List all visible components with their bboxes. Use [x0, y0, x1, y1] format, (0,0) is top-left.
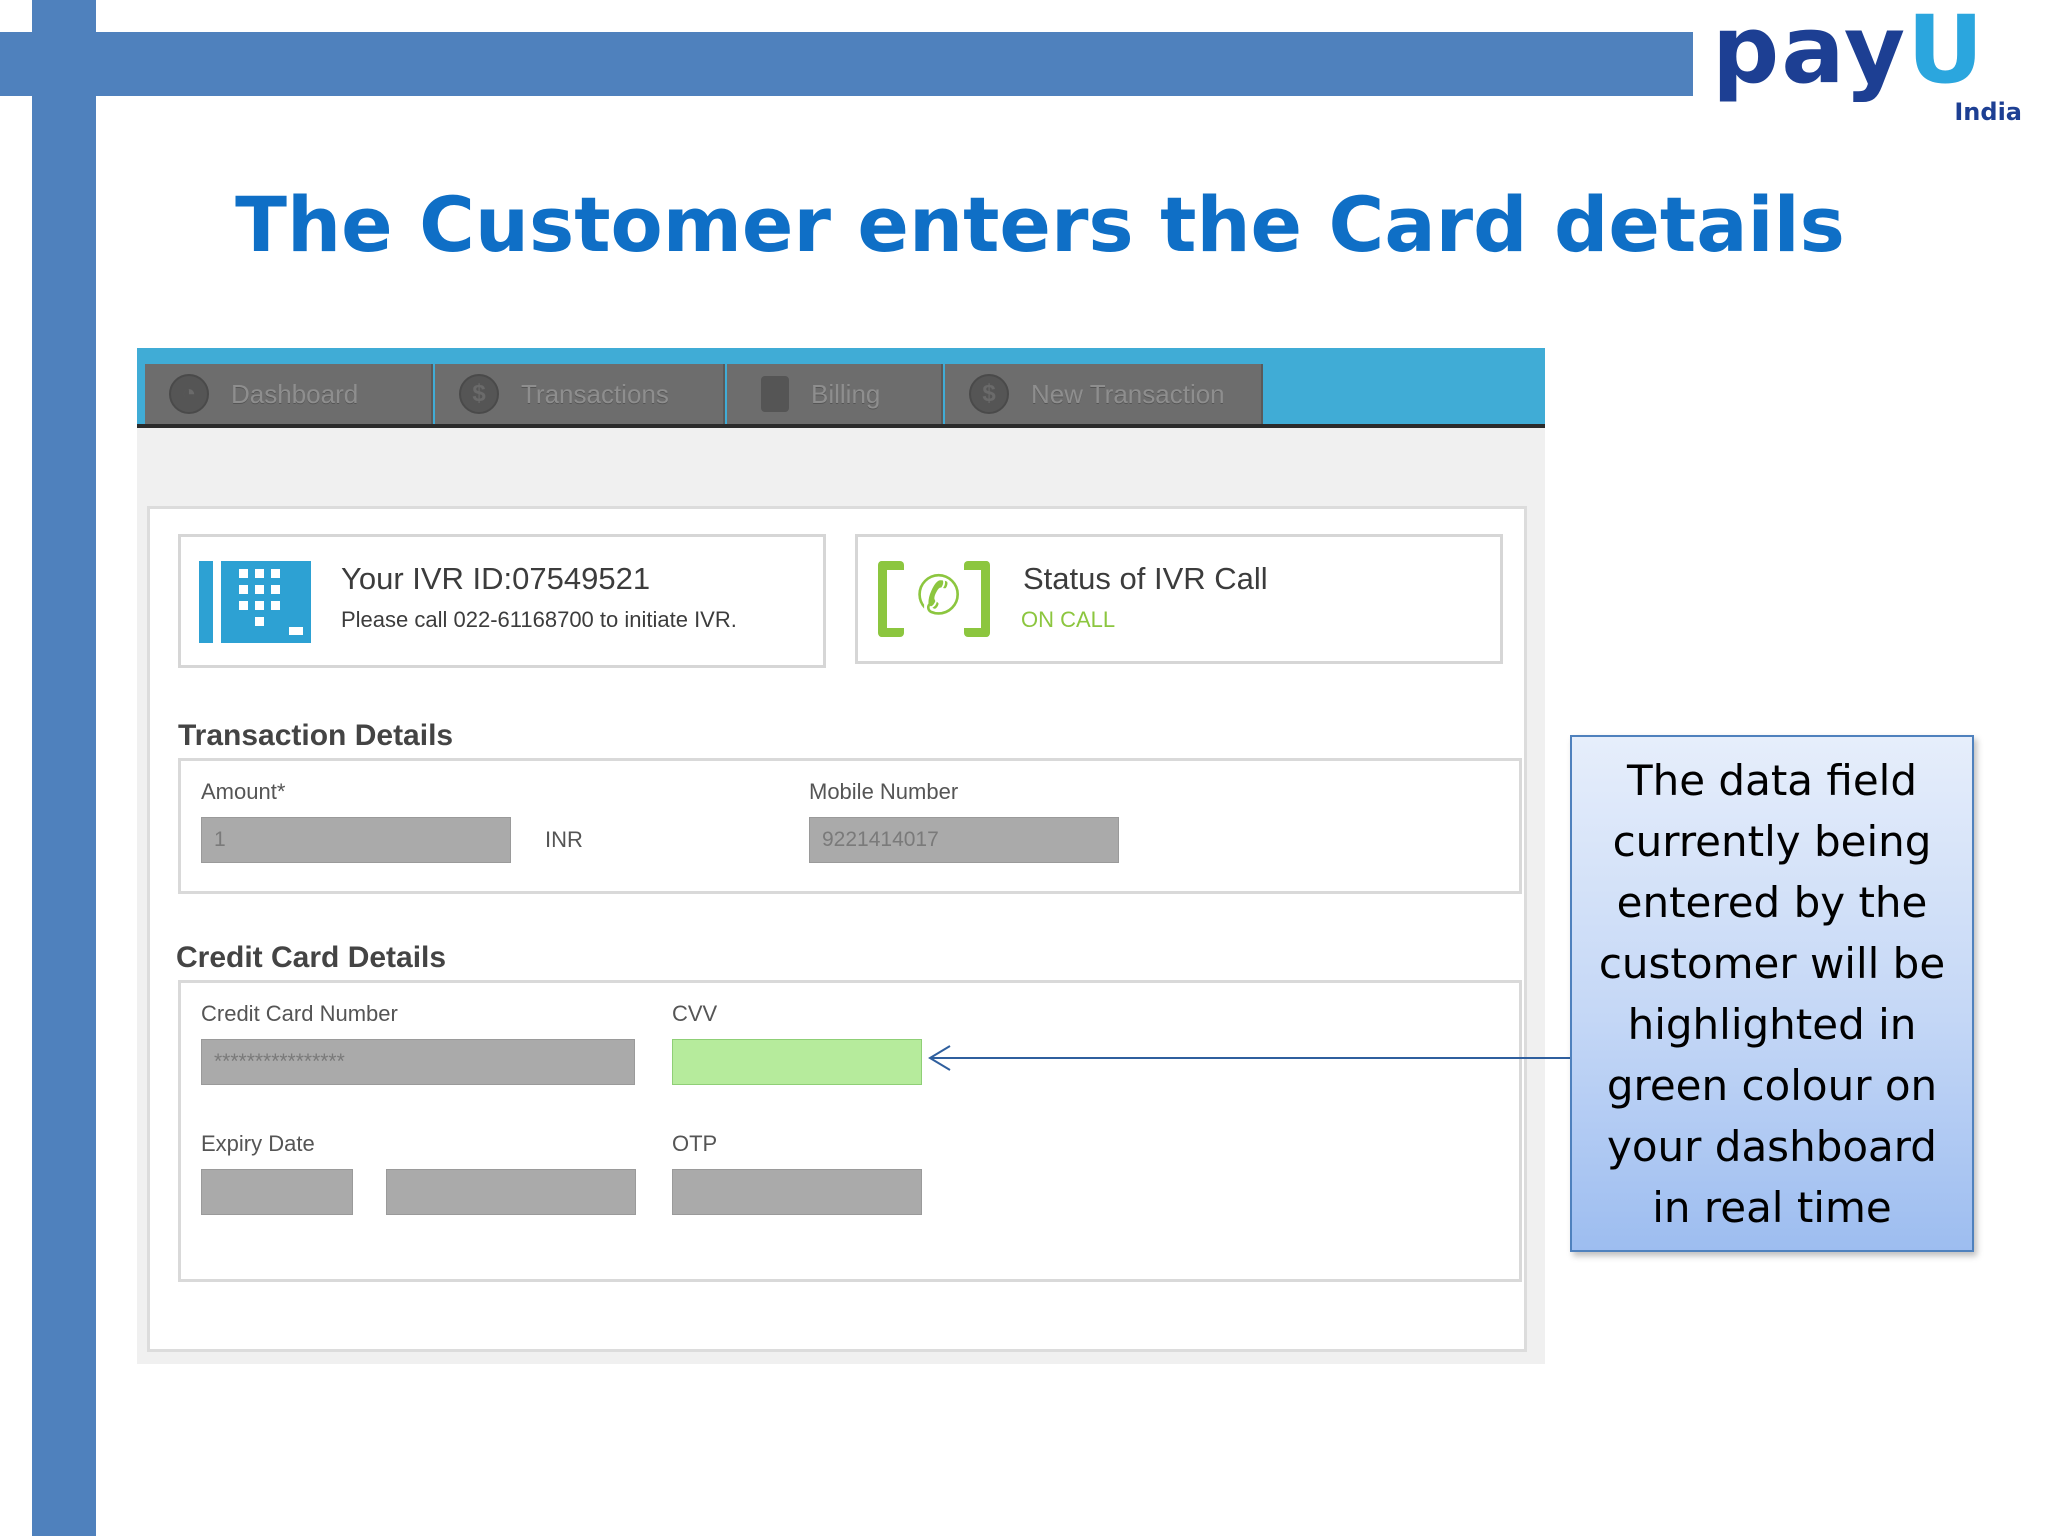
new-transaction-icon: $: [969, 374, 1009, 414]
top-horizontal-bar: [0, 32, 1693, 96]
otp-label: OTP: [672, 1131, 718, 1156]
navbar: ◔ Dashboard $ Transactions Billing $ New…: [137, 348, 1545, 428]
ivr-instruction: Please call 022-61168700 to initiate IVR…: [341, 607, 737, 632]
document-icon: [761, 376, 789, 412]
dashboard-icon: ◔: [169, 374, 209, 414]
amount-input[interactable]: 1: [201, 817, 511, 863]
tab-transactions[interactable]: $ Transactions: [435, 364, 725, 424]
cvv-label: CVV: [672, 1001, 718, 1026]
tab-billing[interactable]: Billing: [727, 364, 943, 424]
mobile-number-input[interactable]: 9221414017: [809, 817, 1119, 863]
ivr-phone-icon: [199, 561, 311, 643]
card-number-label: Credit Card Number: [201, 1001, 398, 1026]
expiry-date-label: Expiry Date: [201, 1131, 315, 1156]
tab-new-transaction[interactable]: $ New Transaction: [945, 364, 1263, 424]
currency-label: INR: [545, 827, 583, 852]
mobile-number-label: Mobile Number: [809, 779, 959, 804]
ivr-status-title: Status of IVR Call: [1023, 561, 1268, 596]
tab-new-transaction-label: New Transaction: [1031, 378, 1225, 409]
expiry-year-input[interactable]: [386, 1169, 636, 1215]
content-panel: Your IVR ID:07549521 Please call 022-611…: [147, 506, 1527, 1352]
cvv-input[interactable]: [672, 1039, 922, 1085]
ivr-status-card: ✆ Status of IVR Call ON CALL: [855, 534, 1503, 664]
transaction-details-heading: Transaction Details: [178, 719, 454, 752]
call-status-icon: ✆: [878, 561, 990, 643]
logo-word-accent: U: [1907, 0, 1986, 105]
tab-billing-label: Billing: [811, 378, 881, 409]
ivr-status-value: ON CALL: [1021, 607, 1116, 632]
amount-label: Amount*: [201, 779, 286, 804]
slide-title: The Customer enters the Card details: [235, 180, 1845, 269]
otp-input[interactable]: [672, 1169, 922, 1215]
tab-transactions-label: Transactions: [521, 378, 669, 409]
ivr-id-title: Your IVR ID:07549521: [341, 561, 651, 596]
card-number-input[interactable]: ****************: [201, 1039, 635, 1085]
callout-box: The data field currently being entered b…: [1570, 735, 1974, 1252]
tab-dashboard-label: Dashboard: [231, 378, 359, 409]
expiry-month-input[interactable]: [201, 1169, 353, 1215]
dollar-icon: $: [459, 374, 499, 414]
logo-wordmark: payU: [1712, 4, 1985, 98]
tab-dashboard[interactable]: ◔ Dashboard: [145, 364, 433, 424]
dashboard-screenshot: ◔ Dashboard $ Transactions Billing $ New…: [137, 348, 1545, 1364]
credit-card-details-heading: Credit Card Details: [176, 941, 447, 974]
callout-text: The data field currently being entered b…: [1598, 755, 1946, 1232]
payu-logo: payU India: [1710, 4, 2030, 128]
credit-card-details-box: Credit Card Number **************** CVV …: [178, 980, 1522, 1282]
logo-subtitle: India: [1954, 98, 2022, 126]
logo-word-main: pay: [1712, 0, 1908, 105]
ivr-id-card: Your IVR ID:07549521 Please call 022-611…: [178, 534, 826, 668]
transaction-details-box: Amount* 1 INR Mobile Number 9221414017: [178, 758, 1522, 894]
